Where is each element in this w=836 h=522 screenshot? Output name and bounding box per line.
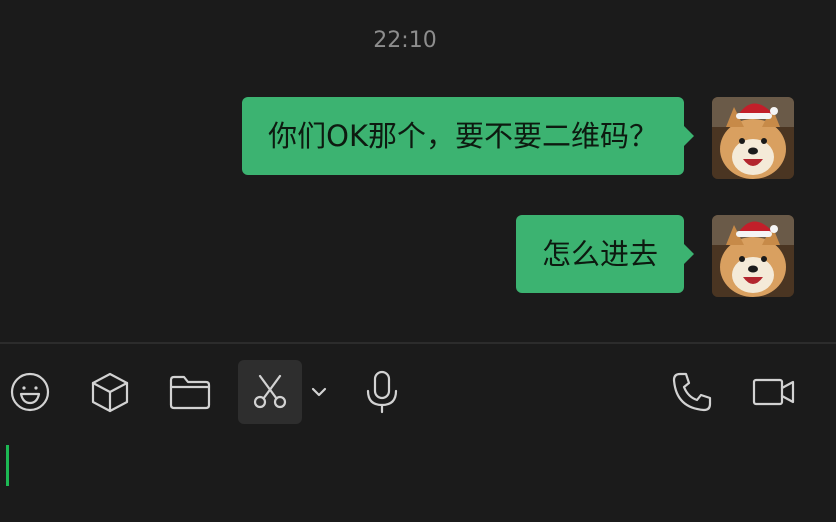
chevron-down-icon [311,387,327,397]
message-bubble[interactable]: 怎么进去 [515,215,695,293]
voice-call-button[interactable] [660,360,724,424]
microphone-icon [366,370,398,414]
screenshot-button[interactable] [238,360,302,424]
folder-button[interactable] [158,360,222,424]
avatar[interactable] [712,97,794,179]
text-cursor [6,445,9,486]
phone-icon [672,372,712,412]
divider [0,342,836,344]
video-call-button[interactable] [742,360,806,424]
input-toolbar [0,360,836,424]
box-icon [91,372,129,413]
video-camera-icon [752,378,795,406]
message-input[interactable] [0,430,836,522]
folder-icon [169,375,211,410]
message-bubble[interactable]: 你们OK那个，要不要二维码？ [242,97,694,175]
emoji-icon [10,372,50,412]
voice-button[interactable] [350,360,414,424]
avatar[interactable] [712,215,794,297]
emoji-button[interactable] [0,360,62,424]
box-button[interactable] [78,360,142,424]
message-row: 你们OK那个，要不要二维码？ [242,97,794,179]
message-timestamp: 22:10 [373,28,437,53]
message-row: 怎么进去 [515,215,794,297]
scissors-icon [253,374,287,409]
screenshot-options-button[interactable] [306,376,332,408]
